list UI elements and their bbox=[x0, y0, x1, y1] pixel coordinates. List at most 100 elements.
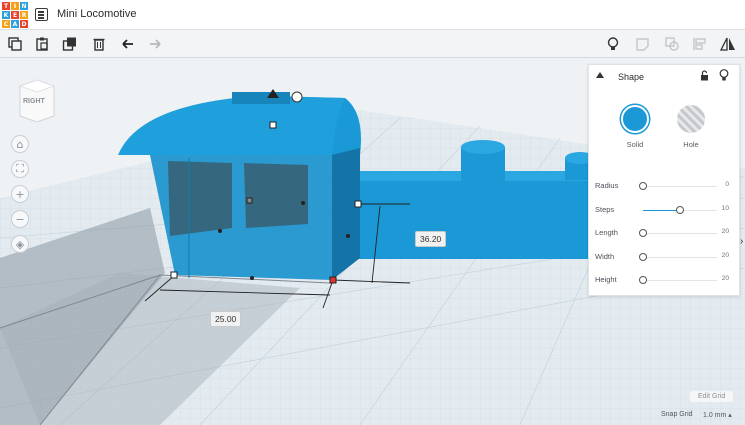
align-button[interactable] bbox=[690, 34, 710, 54]
length-property: Length 20 bbox=[595, 226, 735, 240]
dot-handle[interactable] bbox=[346, 234, 350, 238]
copy-button[interactable] bbox=[5, 34, 25, 54]
design-menu-icon[interactable] bbox=[35, 8, 48, 21]
lightbulb-icon[interactable] bbox=[719, 69, 729, 82]
home-view-button[interactable]: ⌂ bbox=[11, 135, 29, 153]
property-value[interactable]: 20 bbox=[722, 252, 729, 259]
slider-track[interactable] bbox=[643, 280, 717, 281]
edit-grid-button[interactable]: Edit Grid bbox=[690, 391, 734, 402]
duplicate-icon bbox=[62, 37, 76, 51]
zoom-out-button[interactable]: − bbox=[11, 210, 29, 228]
show-all-button[interactable] bbox=[603, 34, 623, 54]
tinkercad-logo[interactable]: T I N K E R C A D bbox=[2, 2, 28, 28]
paste-button[interactable] bbox=[32, 34, 52, 54]
group-icon bbox=[665, 37, 679, 51]
project-title[interactable]: Mini Locomotive bbox=[57, 8, 136, 20]
property-name: Width bbox=[595, 252, 615, 261]
radius-property: Radius 0 bbox=[595, 179, 735, 193]
cab-side[interactable] bbox=[332, 148, 360, 280]
dot-handle[interactable] bbox=[250, 276, 254, 280]
rotate-handle-icon[interactable] bbox=[291, 91, 303, 103]
panel-title: Shape bbox=[618, 72, 645, 82]
corner-handle-selected[interactable] bbox=[329, 276, 337, 284]
lightbulb-icon bbox=[607, 37, 619, 50]
snap-grid-label: Snap Grid bbox=[661, 411, 693, 418]
delete-icon bbox=[93, 38, 105, 51]
cab-window-right bbox=[244, 163, 308, 228]
solid-label: Solid bbox=[626, 140, 644, 149]
property-name: Length bbox=[595, 228, 618, 237]
logo-letter: T bbox=[2, 2, 10, 10]
height-dimension-label[interactable]: 36.20 bbox=[415, 231, 447, 247]
property-name: Height bbox=[595, 275, 617, 284]
logo-letter: I bbox=[11, 2, 19, 10]
view-cube-label: RIGHT bbox=[23, 98, 45, 105]
steps-property: Steps 10 bbox=[595, 203, 735, 217]
boiler-body[interactable] bbox=[345, 171, 590, 259]
solid-swatch[interactable] bbox=[621, 105, 649, 133]
cab-roof-front[interactable] bbox=[118, 96, 345, 155]
height-property: Height 20 bbox=[595, 273, 735, 287]
undo-button[interactable] bbox=[118, 34, 138, 54]
fit-icon: ⛶ bbox=[16, 162, 24, 175]
slider-knob[interactable] bbox=[639, 253, 647, 261]
snap-grid-select[interactable]: 1.0 mm ▴ bbox=[703, 411, 732, 419]
delete-button[interactable] bbox=[89, 34, 109, 54]
paste-icon bbox=[36, 37, 48, 51]
home-icon: ⌂ bbox=[16, 137, 24, 151]
mirror-icon bbox=[720, 37, 735, 51]
logo-letter: K bbox=[2, 11, 10, 19]
logo-letter: N bbox=[20, 2, 28, 10]
property-value[interactable]: 20 bbox=[722, 275, 729, 282]
slider-knob[interactable] bbox=[676, 206, 684, 214]
logo-letter: C bbox=[2, 20, 10, 28]
note-icon bbox=[636, 38, 649, 51]
corner-handle[interactable] bbox=[170, 271, 178, 279]
zoom-in-button[interactable]: + bbox=[11, 185, 29, 203]
top-bar: T I N K E R C A D Mini Locomotive bbox=[0, 0, 745, 30]
hole-option[interactable]: Hole bbox=[673, 105, 709, 149]
property-value[interactable]: 0 bbox=[725, 181, 729, 188]
plus-icon: + bbox=[15, 187, 25, 201]
dot-handle[interactable] bbox=[301, 201, 305, 205]
property-value[interactable]: 20 bbox=[722, 228, 729, 235]
logo-letter: R bbox=[20, 11, 28, 19]
logo-letter: D bbox=[20, 20, 28, 28]
slider-knob[interactable] bbox=[639, 229, 647, 237]
toolbar bbox=[0, 30, 745, 58]
slider-track[interactable] bbox=[643, 186, 717, 187]
slider-track[interactable] bbox=[643, 233, 717, 234]
property-name: Radius bbox=[595, 181, 619, 190]
property-value[interactable]: 10 bbox=[722, 205, 729, 212]
note-button[interactable] bbox=[633, 34, 653, 54]
panel-header: Shape bbox=[589, 65, 739, 87]
redo-icon bbox=[150, 39, 161, 49]
chevron-right-icon[interactable]: › bbox=[740, 236, 743, 247]
group-button[interactable] bbox=[662, 34, 682, 54]
hole-label: Hole bbox=[683, 140, 699, 149]
mid-handle[interactable] bbox=[246, 197, 253, 204]
solid-option[interactable]: Solid bbox=[617, 105, 653, 149]
perspective-button[interactable]: ◈ bbox=[11, 235, 29, 253]
mirror-button[interactable] bbox=[718, 34, 738, 54]
corner-handle[interactable] bbox=[354, 200, 362, 208]
duplicate-button[interactable] bbox=[60, 34, 80, 54]
redo-button[interactable] bbox=[145, 34, 165, 54]
collapse-icon[interactable] bbox=[596, 72, 604, 78]
dot-handle[interactable] bbox=[218, 229, 222, 233]
slider-knob[interactable] bbox=[639, 182, 647, 190]
hole-swatch[interactable] bbox=[677, 105, 705, 133]
top-handle[interactable] bbox=[269, 121, 277, 129]
undo-icon bbox=[122, 39, 133, 49]
slider-track[interactable] bbox=[643, 257, 717, 258]
slider-knob[interactable] bbox=[639, 276, 647, 284]
property-name: Steps bbox=[595, 205, 615, 214]
view-cube[interactable]: RIGHT bbox=[18, 78, 56, 123]
shape-inspector-panel: Shape Solid Hole Radius 0 Steps 10 Lengt… bbox=[588, 64, 740, 296]
width-property: Width 20 bbox=[595, 250, 735, 264]
fit-view-button[interactable]: ⛶ bbox=[11, 160, 29, 178]
cab-window-left bbox=[168, 161, 232, 236]
lock-icon[interactable] bbox=[700, 70, 709, 81]
width-dimension-label[interactable]: 25.00 bbox=[210, 311, 242, 327]
dome-1-top bbox=[461, 140, 505, 154]
